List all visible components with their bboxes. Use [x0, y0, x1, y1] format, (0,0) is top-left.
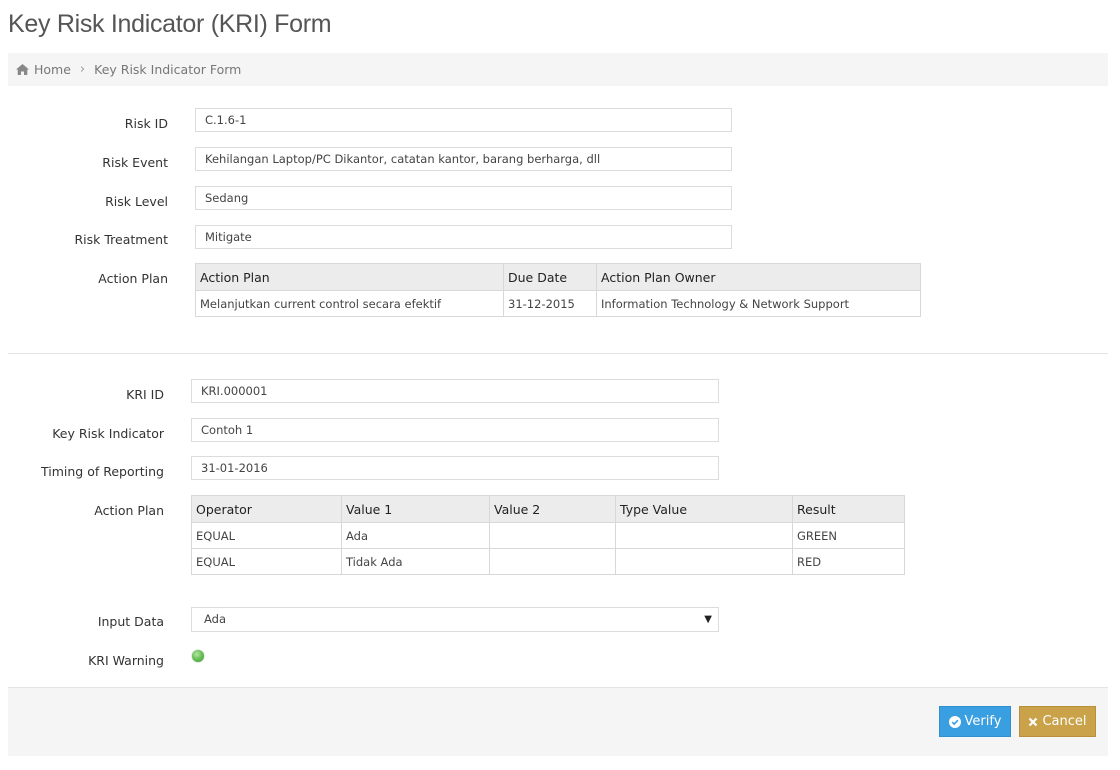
table-cell: Information Technology & Network Support — [596, 290, 921, 317]
key-risk-indicator-label: Key Risk Indicator — [52, 426, 164, 441]
table-cell: EQUAL — [191, 548, 342, 575]
table-row: EQUAL Ada GREEN — [191, 522, 905, 549]
column-header: Result — [792, 495, 905, 523]
table-row: Melanjutkan current control secara efekt… — [195, 290, 921, 317]
table-header-row: Action Plan Due Date Action Plan Owner — [195, 263, 921, 291]
table-cell — [489, 548, 616, 575]
breadcrumb-current: Key Risk Indicator Form — [94, 62, 242, 77]
caret-down-icon: ▼ — [704, 614, 712, 625]
risk-level-label: Risk Level — [105, 194, 168, 209]
section-divider — [8, 353, 1108, 354]
table-row: EQUAL Tidak Ada RED — [191, 548, 905, 575]
timing-of-reporting-field[interactable]: 31-01-2016 — [191, 456, 719, 480]
column-header: Value 2 — [489, 495, 616, 523]
risk-event-field[interactable]: Kehilangan Laptop/PC Dikantor, catatan k… — [195, 147, 732, 171]
verify-button-label: Verify — [964, 714, 1002, 729]
input-data-value: Ada — [204, 612, 227, 626]
page-title: Key Risk Indicator (KRI) Form — [8, 10, 332, 38]
table-cell: 31-12-2015 — [503, 290, 597, 317]
column-header: Operator — [191, 495, 342, 523]
risk-treatment-label: Risk Treatment — [74, 232, 169, 247]
table-header-row: Operator Value 1 Value 2 Type Value Resu… — [191, 495, 905, 523]
action-plan-label: Action Plan — [98, 271, 168, 286]
table-cell: Melanjutkan current control secara efekt… — [195, 290, 504, 317]
kri-warning-indicator — [192, 650, 204, 662]
breadcrumb: Home › Key Risk Indicator Form — [8, 53, 1108, 86]
kri-action-plan-label: Action Plan — [94, 503, 164, 518]
risk-id-field[interactable]: C.1.6-1 — [195, 108, 732, 132]
kri-id-field[interactable]: KRI.000001 — [191, 379, 719, 403]
column-header: Action Plan — [195, 263, 504, 291]
table-cell — [615, 522, 793, 549]
risk-level-field[interactable]: Sedang — [195, 186, 732, 210]
input-data-select[interactable]: Ada ▼ — [191, 607, 719, 632]
timing-of-reporting-label: Timing of Reporting — [41, 464, 164, 479]
cancel-button[interactable]: Cancel — [1019, 706, 1096, 737]
table-cell: EQUAL — [191, 522, 342, 549]
column-header: Value 1 — [341, 495, 490, 523]
risk-id-label: Risk ID — [124, 116, 168, 131]
column-header: Action Plan Owner — [596, 263, 921, 291]
home-icon — [16, 64, 29, 75]
column-header: Type Value — [615, 495, 793, 523]
key-risk-indicator-field[interactable]: Contoh 1 — [191, 418, 719, 442]
breadcrumb-home-link[interactable]: Home — [34, 62, 71, 77]
column-header: Due Date — [503, 263, 597, 291]
input-data-label: Input Data — [97, 614, 164, 629]
check-circle-icon — [948, 715, 961, 728]
table-cell: Tidak Ada — [341, 548, 490, 575]
table-cell — [615, 548, 793, 575]
action-plan-table: Action Plan Due Date Action Plan Owner M… — [195, 263, 921, 317]
kri-threshold-table: Operator Value 1 Value 2 Type Value Resu… — [191, 495, 905, 575]
chevron-right-icon: › — [79, 62, 86, 77]
form-footer: Verify Cancel — [8, 687, 1108, 756]
risk-event-label: Risk Event — [102, 155, 168, 170]
table-cell — [489, 522, 616, 549]
risk-treatment-field[interactable]: Mitigate — [195, 225, 732, 249]
close-icon — [1028, 717, 1038, 727]
table-cell: RED — [792, 548, 905, 575]
verify-button[interactable]: Verify — [939, 706, 1011, 737]
kri-id-label: KRI ID — [126, 387, 164, 402]
kri-warning-label: KRI Warning — [88, 653, 164, 668]
table-cell: Ada — [341, 522, 490, 549]
table-cell: GREEN — [792, 522, 905, 549]
cancel-button-label: Cancel — [1042, 714, 1087, 729]
